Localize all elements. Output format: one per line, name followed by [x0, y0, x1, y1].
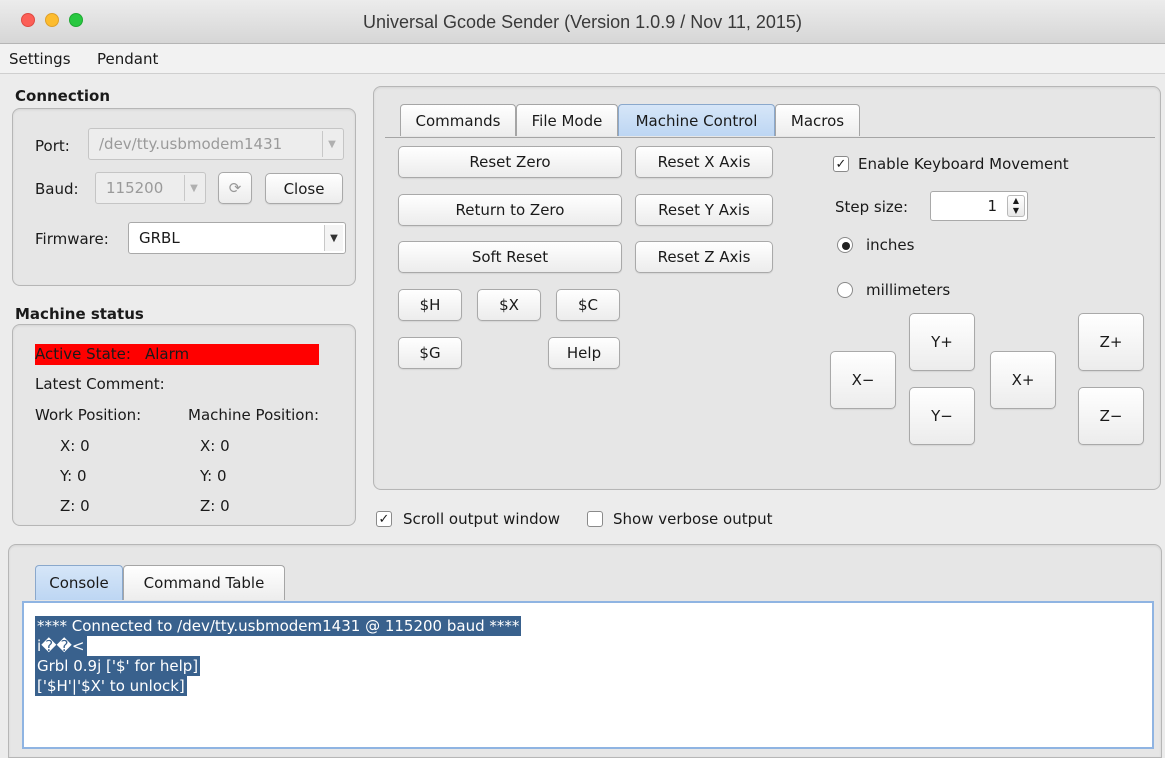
- port-value: /dev/tty.usbmodem1431: [99, 135, 283, 153]
- jog-y-minus-button[interactable]: Y−: [909, 387, 975, 445]
- work-x: X: 0: [60, 437, 90, 455]
- main-tabs: Commands File Mode Machine Control Macro…: [400, 104, 860, 138]
- reset-y-axis-button[interactable]: Reset Y Axis: [635, 194, 773, 226]
- jog-z-plus-button[interactable]: Z+: [1078, 313, 1144, 371]
- tab-divider: [385, 137, 1155, 138]
- output-tabs: Console Command Table: [35, 565, 295, 600]
- latest-comment-label: Latest Comment:: [35, 375, 165, 393]
- home-command-button[interactable]: $H: [398, 289, 462, 321]
- millimeters-radio[interactable]: [837, 282, 853, 298]
- baud-value: 115200: [106, 179, 164, 197]
- machine-x: X: 0: [200, 437, 230, 455]
- enable-keyboard-checkbox[interactable]: ✓: [833, 156, 849, 172]
- active-state-bar: Active State: Alarm: [35, 344, 319, 365]
- tab-machine-control[interactable]: Machine Control: [618, 104, 775, 136]
- gcode-state-command-button[interactable]: $G: [398, 337, 462, 369]
- machine-y: Y: 0: [200, 467, 227, 485]
- jog-x-plus-button[interactable]: X+: [990, 351, 1056, 409]
- baud-select[interactable]: 115200 ▼: [95, 172, 206, 204]
- jog-y-plus-button[interactable]: Y+: [909, 313, 975, 371]
- return-to-zero-button[interactable]: Return to Zero: [398, 194, 622, 226]
- machine-status-panel: Active State: Alarm Latest Comment: Work…: [12, 324, 356, 526]
- help-button[interactable]: Help: [548, 337, 620, 369]
- refresh-icon: ⟳: [228, 179, 242, 197]
- connection-panel: Port: /dev/tty.usbmodem1431 ▼ Baud: 1152…: [12, 108, 356, 286]
- step-size-spinner[interactable]: 1 ▲ ▼: [930, 191, 1028, 221]
- firmware-label: Firmware:: [35, 230, 109, 248]
- check-mode-command-button[interactable]: $C: [556, 289, 620, 321]
- console-line: ['$H'|'$X' to unlock]: [35, 676, 187, 696]
- work-z: Z: 0: [60, 497, 90, 515]
- step-size-label: Step size:: [835, 198, 909, 216]
- port-select[interactable]: /dev/tty.usbmodem1431 ▼: [88, 128, 344, 160]
- console-line: **** Connected to /dev/tty.usbmodem1431 …: [35, 616, 522, 636]
- soft-reset-button[interactable]: Soft Reset: [398, 241, 622, 273]
- machine-position-label: Machine Position:: [188, 406, 320, 424]
- scroll-output-label: Scroll output window: [403, 510, 561, 528]
- check-icon: ✓: [835, 157, 847, 172]
- chevron-down-icon: ▼: [324, 225, 343, 251]
- enable-keyboard-label: Enable Keyboard Movement: [858, 155, 1069, 173]
- jog-x-minus-button[interactable]: X−: [830, 351, 896, 409]
- firmware-value: GRBL: [139, 229, 180, 247]
- inches-label: inches: [866, 236, 915, 254]
- refresh-ports-button[interactable]: ⟳: [218, 172, 252, 204]
- verbose-output-label: Show verbose output: [613, 510, 773, 528]
- menu-settings[interactable]: Settings: [9, 50, 71, 68]
- chevron-down-icon[interactable]: ▼: [1008, 206, 1024, 216]
- spinner-arrows[interactable]: ▲ ▼: [1007, 195, 1025, 217]
- console-line: Grbl 0.9j ['$' for help]: [35, 656, 201, 676]
- menu-pendant[interactable]: Pendant: [97, 50, 158, 68]
- console-output[interactable]: **** Connected to /dev/tty.usbmodem1431 …: [22, 601, 1154, 749]
- tab-file-mode[interactable]: File Mode: [516, 104, 618, 136]
- active-state-value: Alarm: [145, 345, 190, 363]
- firmware-select[interactable]: GRBL ▼: [128, 222, 346, 254]
- reset-zero-button[interactable]: Reset Zero: [398, 146, 622, 178]
- verbose-output-checkbox[interactable]: [587, 511, 603, 527]
- close-connection-button[interactable]: Close: [265, 173, 343, 204]
- reset-z-axis-button[interactable]: Reset Z Axis: [635, 241, 773, 273]
- connection-title: Connection: [15, 87, 111, 105]
- jog-z-minus-button[interactable]: Z−: [1078, 387, 1144, 445]
- work-y: Y: 0: [60, 467, 87, 485]
- window-title: Universal Gcode Sender (Version 1.0.9 / …: [363, 12, 802, 32]
- unlock-command-button[interactable]: $X: [477, 289, 541, 321]
- reset-x-axis-button[interactable]: Reset X Axis: [635, 146, 773, 178]
- check-icon: ✓: [378, 512, 390, 527]
- menu-bar: Settings Pendant: [0, 44, 1165, 74]
- chevron-down-icon: ▼: [322, 131, 341, 157]
- work-position-label: Work Position:: [35, 406, 142, 424]
- title-bar: Universal Gcode Sender (Version 1.0.9 / …: [0, 0, 1165, 44]
- tab-commands[interactable]: Commands: [400, 104, 516, 136]
- chevron-up-icon[interactable]: ▲: [1008, 196, 1024, 206]
- baud-label: Baud:: [35, 180, 79, 198]
- console-line: i��<: [35, 636, 87, 656]
- tab-macros[interactable]: Macros: [775, 104, 860, 136]
- machine-z: Z: 0: [200, 497, 230, 515]
- machine-status-title: Machine status: [15, 305, 144, 323]
- tab-console[interactable]: Console: [35, 565, 123, 600]
- port-label: Port:: [35, 137, 70, 155]
- chevron-down-icon: ▼: [184, 175, 203, 201]
- scroll-output-checkbox[interactable]: ✓: [376, 511, 392, 527]
- active-state-label: Active State:: [35, 345, 131, 363]
- step-size-value: 1: [987, 197, 997, 215]
- inches-radio[interactable]: [837, 237, 853, 253]
- millimeters-label: millimeters: [866, 281, 951, 299]
- tab-command-table[interactable]: Command Table: [123, 565, 285, 600]
